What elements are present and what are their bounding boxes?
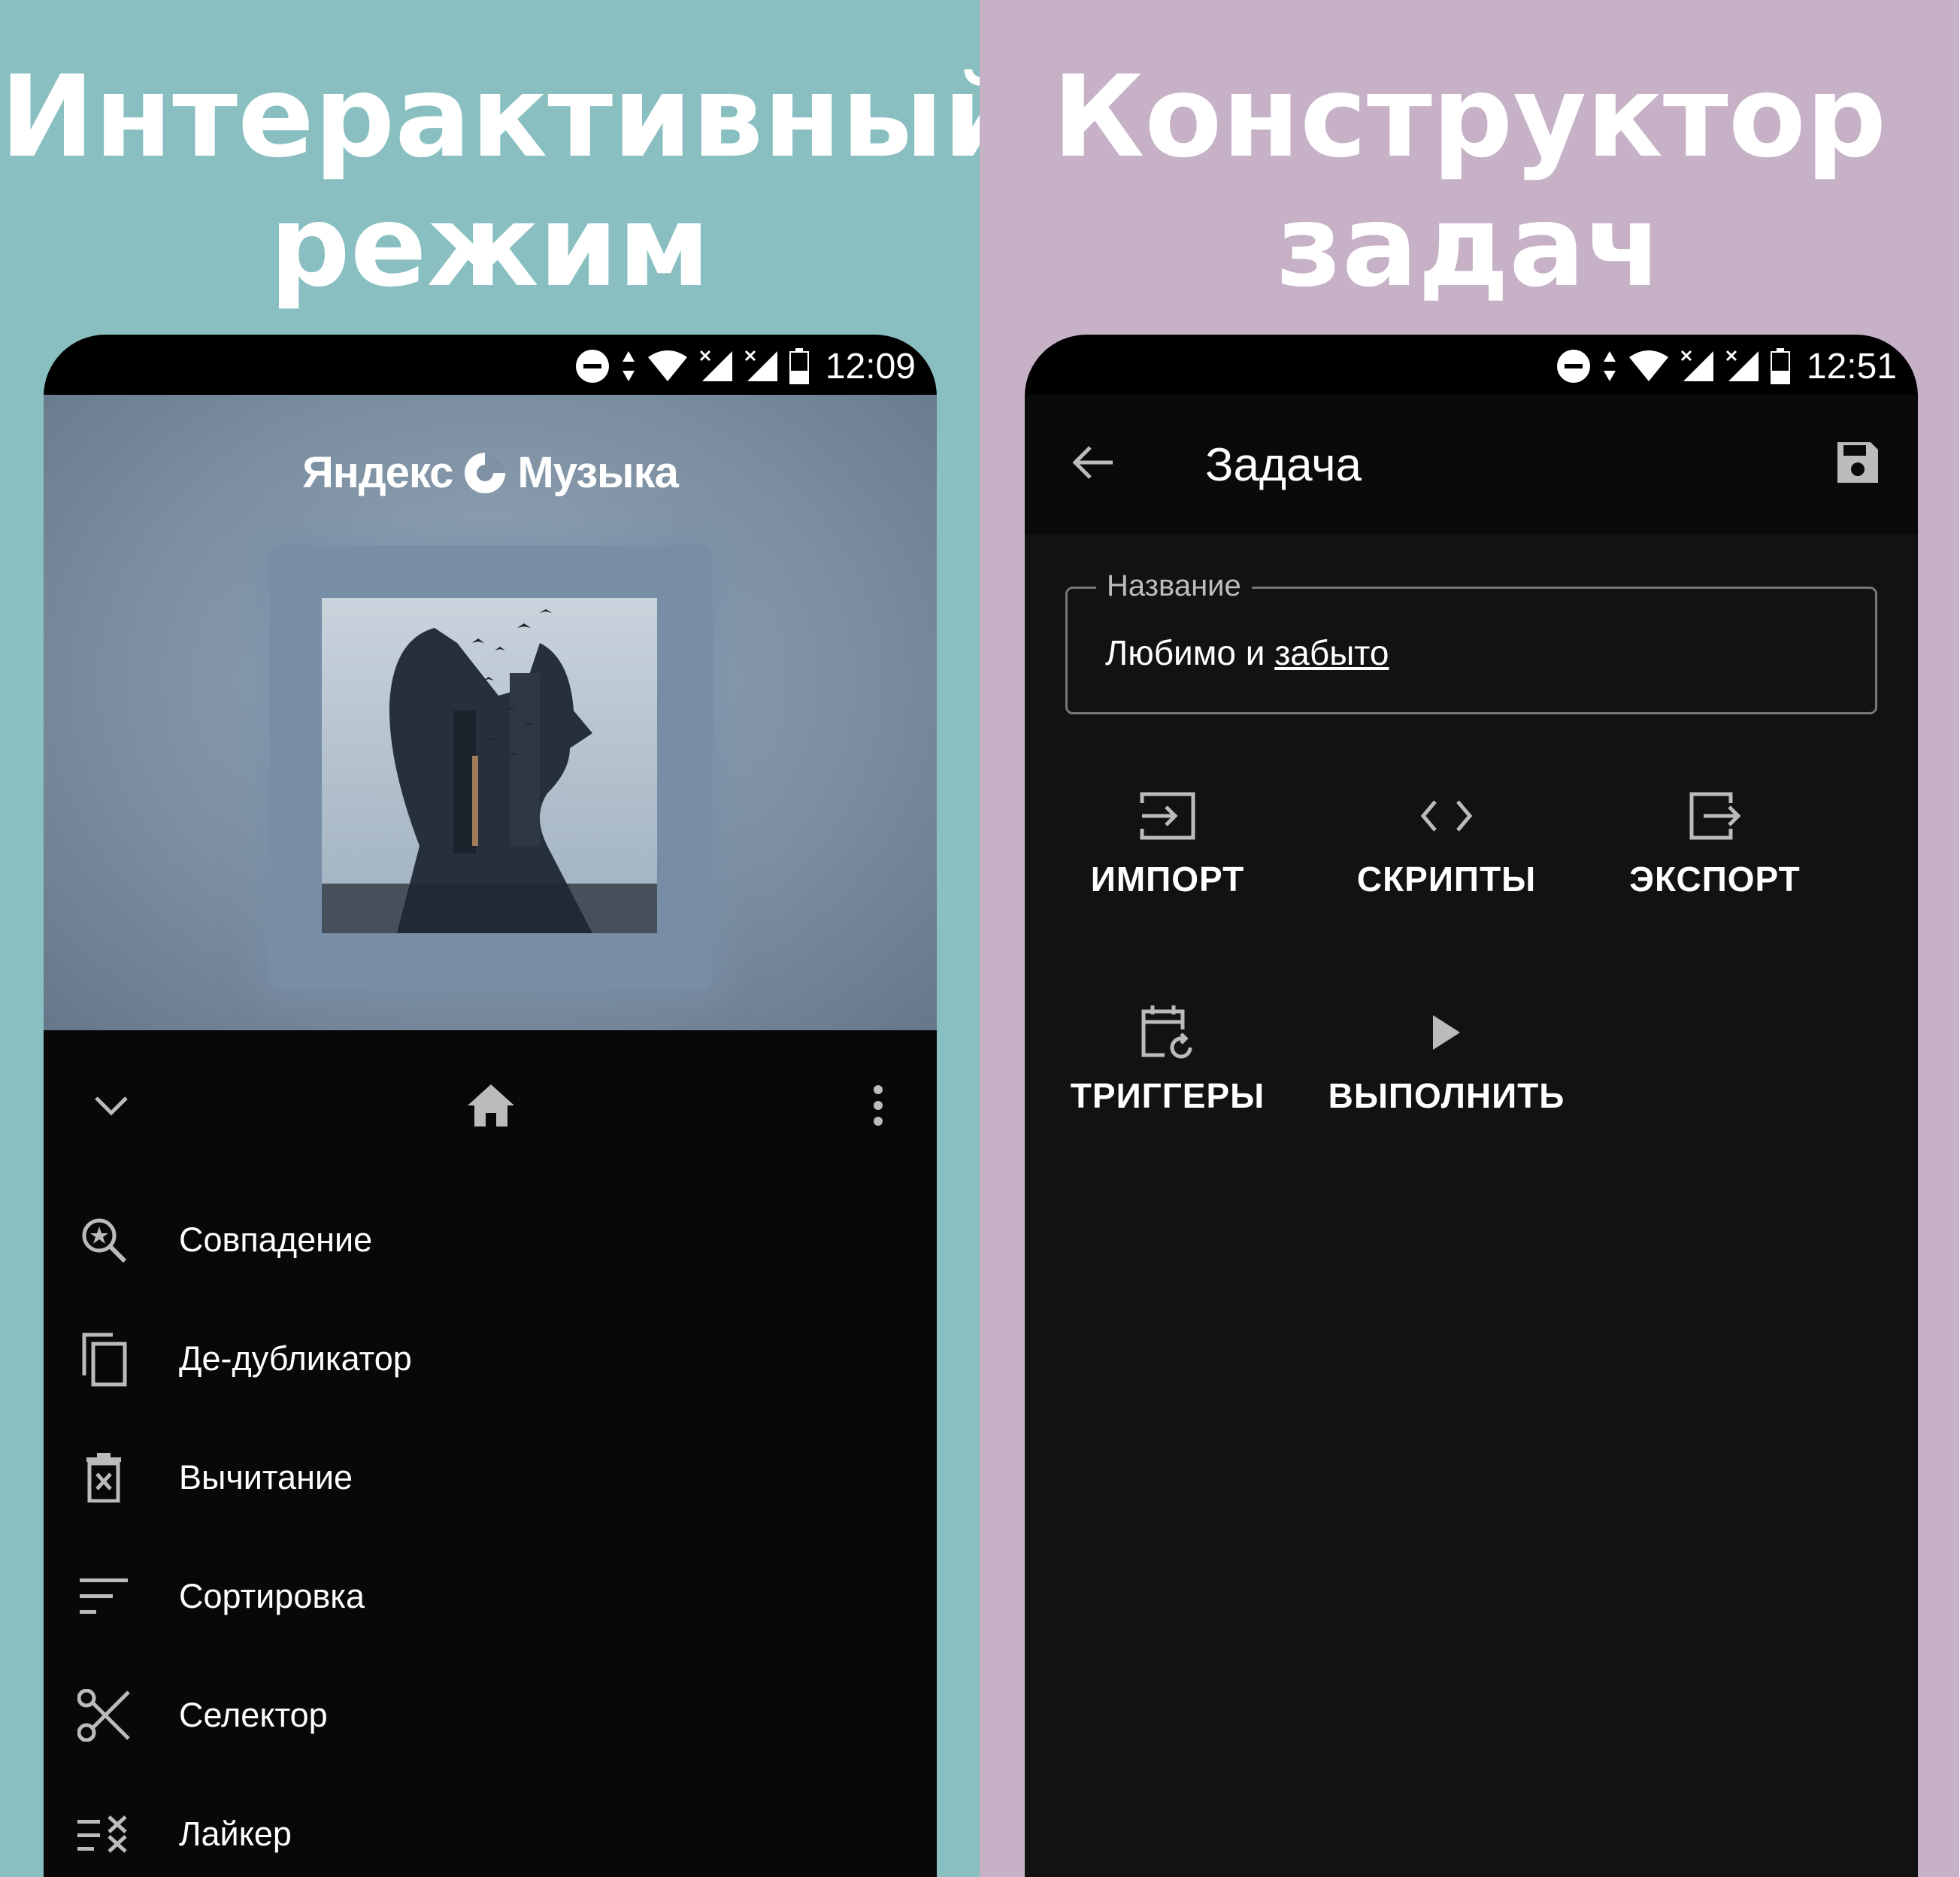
task-name-field[interactable]: Название Любимо и забыто [1065, 569, 1877, 714]
back-button[interactable] [1062, 432, 1122, 493]
menu-label: Сортировка [179, 1577, 365, 1615]
field-value-text: Любимо и [1105, 633, 1275, 672]
export-icon [1689, 792, 1741, 840]
action-label: СКРИПТЫ [1356, 860, 1537, 899]
save-icon [1837, 442, 1878, 483]
album-cover[interactable] [322, 598, 657, 933]
arrow-back-icon [1072, 446, 1113, 479]
action-label: ТРИГГЕРЫ [1070, 1076, 1265, 1115]
chevron-down-icon [95, 1096, 128, 1116]
headline-line-2: задач [1276, 181, 1663, 312]
brand-logo: Яндекс Музыка [44, 447, 937, 498]
field-value: Любимо и забыто [1105, 632, 1389, 673]
clock: 12:09 [825, 346, 916, 387]
headline-line-1: Конструктор [1052, 52, 1887, 183]
dnd-icon [1556, 350, 1590, 383]
data-arrows-icon [622, 351, 635, 381]
signal-icon [1680, 350, 1713, 381]
trash-x-icon [86, 1453, 121, 1503]
import-button[interactable]: ИМПОРТ [1032, 782, 1303, 899]
run-button[interactable]: ВЫПОЛНИТЬ [1311, 999, 1582, 1116]
left-panel: Интерактивный режим 12:09 Яндекс Музыка [0, 0, 980, 1877]
field-label: Название [1096, 569, 1252, 603]
battery-icon [789, 348, 809, 384]
left-headline: Интерактивный режим [0, 53, 980, 311]
action-label: ВЫПОЛНИТЬ [1328, 1076, 1565, 1115]
play-icon [1433, 1015, 1460, 1050]
right-panel: Конструктор задач 12:51 Задача Название … [980, 0, 1959, 1877]
task-editor: Название Любимо и забыто ИМПОРТ СКРИПТЫ … [1025, 534, 1918, 1877]
menu-label: Де-дубликатор [179, 1339, 412, 1378]
save-button[interactable] [1828, 432, 1888, 493]
sort-icon [80, 1578, 128, 1614]
phone-right: 12:51 Задача Название Любимо и забыто ИМ… [1025, 335, 1918, 1877]
app-toolbar: Задача [1025, 395, 1918, 534]
home-button[interactable] [461, 1075, 521, 1136]
more-vert-icon [874, 1085, 883, 1126]
collapse-button[interactable] [81, 1075, 141, 1136]
dnd-icon [575, 350, 609, 383]
page-title: Задача [1205, 439, 1362, 491]
tools-menu: Совпадение Де-дубликатор Вычитание Сорти… [44, 1181, 937, 1877]
more-button[interactable] [848, 1075, 908, 1136]
menu-item-dedup[interactable]: Де-дубликатор [44, 1299, 937, 1418]
scissors-icon [77, 1689, 130, 1742]
import-icon [1140, 792, 1195, 840]
status-bar: 12:09 [44, 335, 937, 395]
status-bar: 12:51 [1025, 335, 1918, 395]
menu-label: Совпадение [179, 1221, 373, 1259]
menu-label: Лайкер [179, 1815, 292, 1853]
brand-name-b: Музыка [517, 448, 678, 497]
home-icon [468, 1084, 514, 1127]
brand-name-a: Яндекс [302, 448, 453, 497]
clock: 12:51 [1806, 346, 1897, 387]
list-remove-icon [77, 1815, 127, 1853]
music-logo-icon [465, 452, 506, 493]
menu-item-subtract[interactable]: Вычитание [44, 1418, 937, 1537]
menu-item-sort[interactable]: Сортировка [44, 1537, 937, 1656]
search-star-icon [82, 1218, 127, 1263]
headline-line-2: режим [269, 181, 710, 312]
action-label: ЭКСПОРТ [1629, 860, 1801, 899]
player-area: Яндекс Музыка [44, 395, 937, 1030]
calendar-repeat-icon [1141, 1005, 1192, 1059]
menu-item-liker[interactable]: Лайкер [44, 1775, 937, 1877]
signal-2-icon [1725, 350, 1759, 381]
wifi-icon [1628, 350, 1668, 381]
data-arrows-icon [1603, 351, 1616, 381]
code-icon [1420, 800, 1473, 832]
copy-icon [82, 1333, 127, 1387]
player-controls [44, 1030, 937, 1181]
right-headline: Конструктор задач [980, 53, 1959, 311]
signal-icon [699, 350, 732, 381]
field-value-underlined: забыто [1274, 633, 1389, 672]
menu-item-match[interactable]: Совпадение [44, 1181, 937, 1299]
phone-left: 12:09 Яндекс Музыка Совпадение Де-дублик… [44, 335, 937, 1877]
export-button[interactable]: ЭКСПОРТ [1580, 782, 1850, 899]
scripts-button[interactable]: СКРИПТЫ [1311, 782, 1582, 899]
action-label: ИМПОРТ [1090, 860, 1245, 899]
headline-line-1: Интерактивный [0, 52, 980, 183]
battery-icon [1770, 348, 1790, 384]
wifi-icon [647, 350, 687, 381]
menu-item-selector[interactable]: Селектор [44, 1656, 937, 1775]
signal-2-icon [744, 350, 777, 381]
menu-label: Селектор [179, 1696, 328, 1734]
menu-label: Вычитание [179, 1458, 353, 1496]
triggers-button[interactable]: ТРИГГЕРЫ [1032, 999, 1303, 1116]
